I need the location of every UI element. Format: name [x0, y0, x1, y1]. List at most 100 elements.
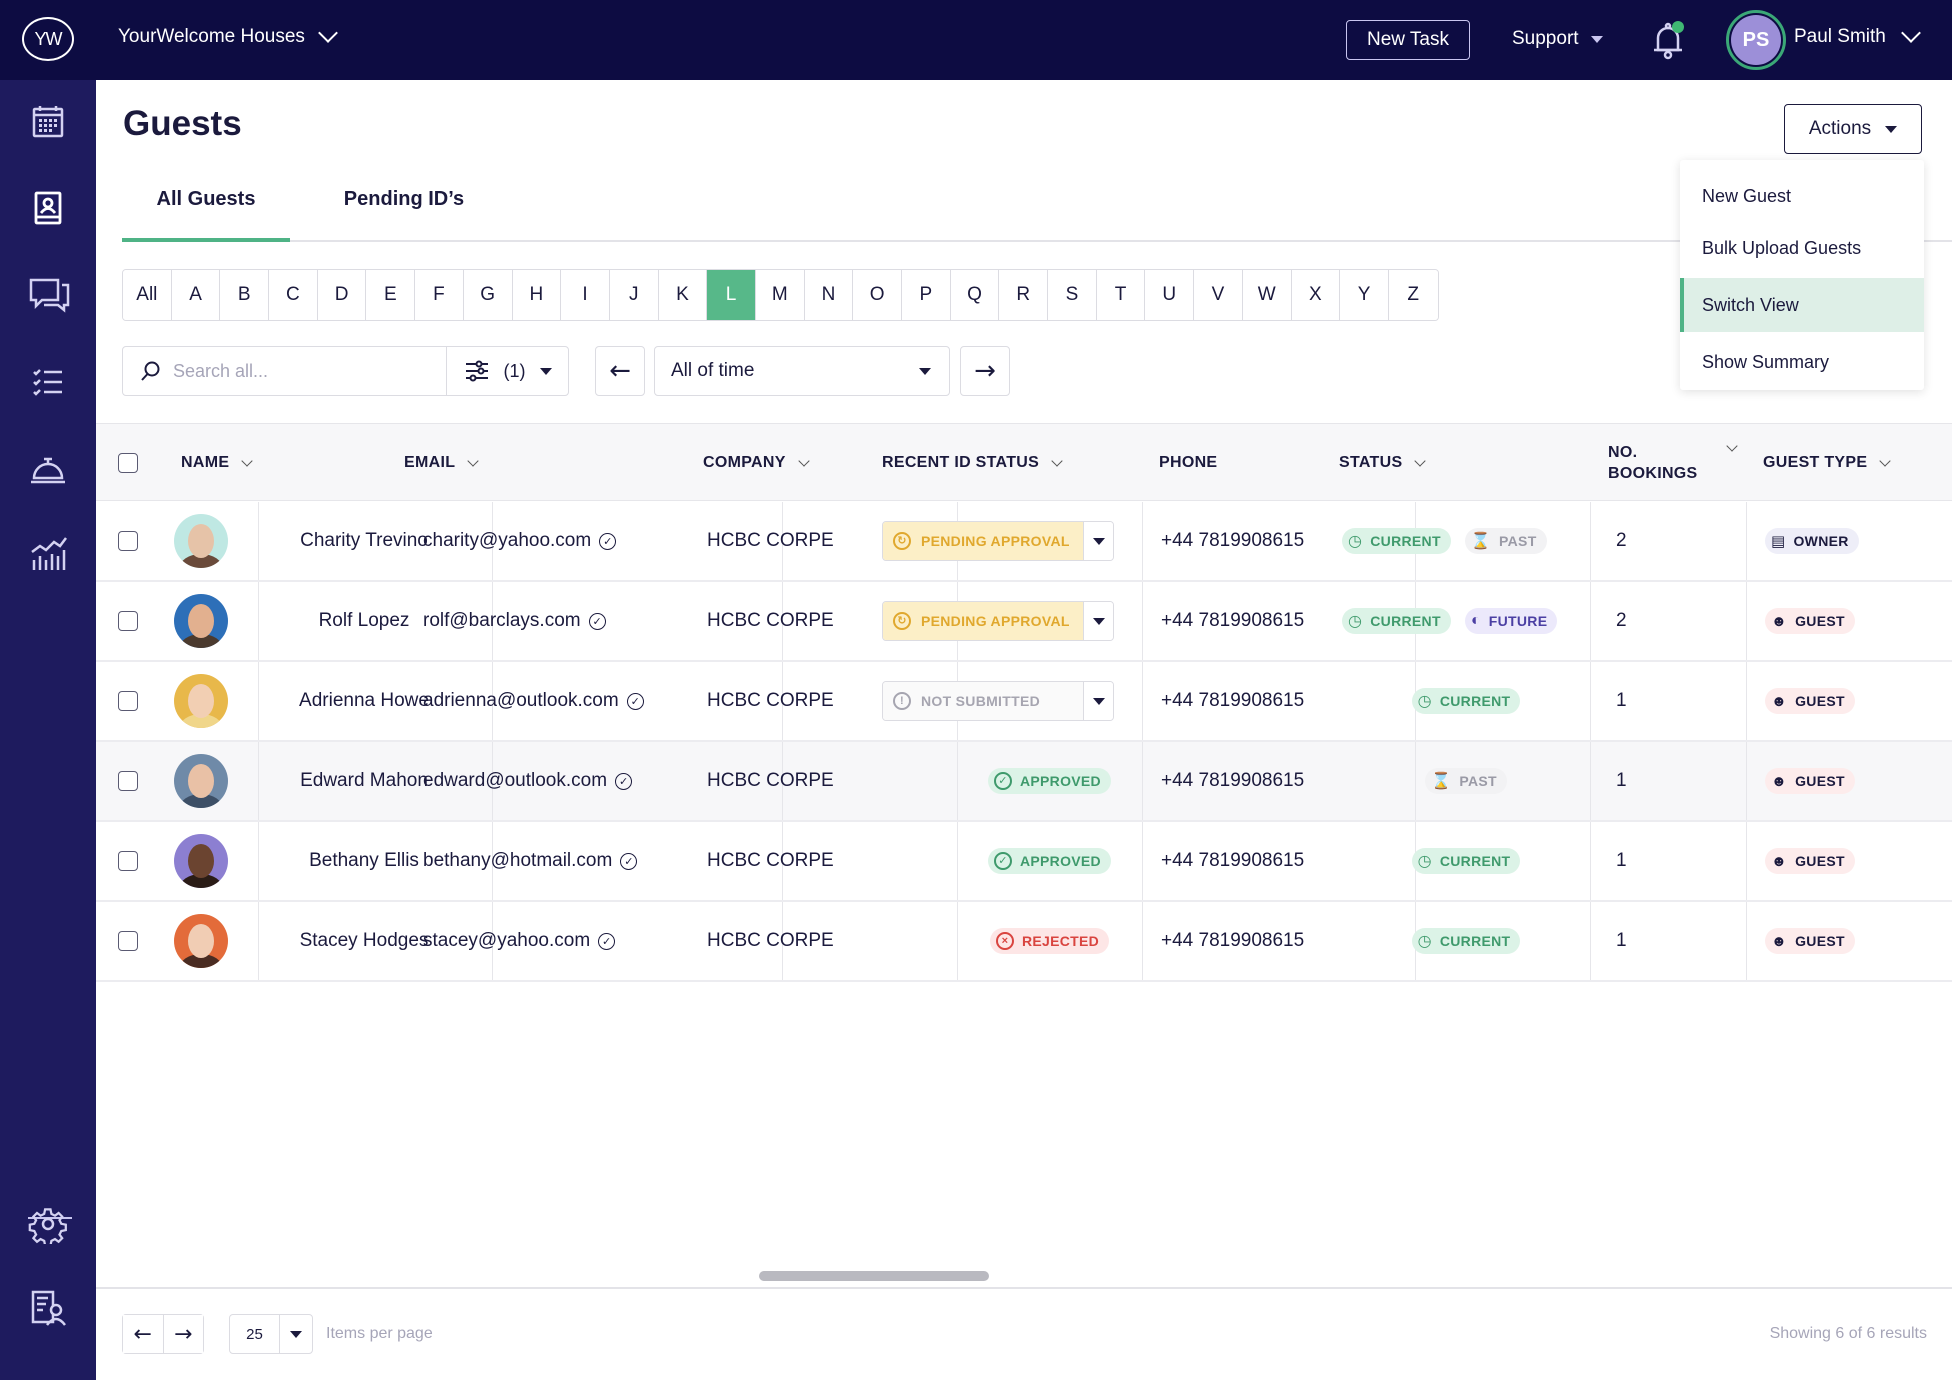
previous-period-button[interactable]: ← — [595, 346, 645, 396]
verified-icon: ✓ — [615, 772, 633, 790]
letter-filter-c[interactable]: C — [269, 270, 318, 320]
email-text: rolf@barclays.com — [423, 610, 581, 631]
letter-filter-l[interactable]: L — [707, 270, 756, 320]
row-checkbox[interactable] — [118, 771, 138, 791]
column-header-bookings[interactable]: NO. BOOKINGS — [1608, 424, 1738, 502]
letter-filter-k[interactable]: K — [658, 270, 708, 320]
column-divider — [1142, 902, 1143, 980]
letter-filter-i[interactable]: I — [561, 270, 610, 320]
column-divider — [1142, 582, 1143, 660]
filter-button[interactable]: (1) — [447, 347, 568, 395]
x-circle-icon: × — [995, 932, 1014, 950]
letter-filter-g[interactable]: G — [463, 270, 513, 320]
letter-filter-e[interactable]: E — [366, 270, 416, 320]
row-checkbox[interactable] — [118, 611, 138, 631]
letter-filter-r[interactable]: R — [999, 270, 1049, 320]
column-divider — [1142, 742, 1143, 820]
sidebar-item-settings[interactable] — [28, 1204, 68, 1247]
letter-filter-m[interactable]: M — [755, 270, 805, 320]
row-checkbox[interactable] — [118, 931, 138, 951]
letter-filter-t[interactable]: T — [1096, 270, 1146, 320]
column-label: GUEST TYPE — [1763, 454, 1868, 471]
column-header-name[interactable]: NAME — [181, 424, 253, 502]
column-header-status[interactable]: STATUS — [1339, 424, 1427, 502]
letter-filter-j[interactable]: J — [609, 270, 659, 320]
column-header-company[interactable]: COMPANY — [703, 424, 810, 502]
notifications-button[interactable] — [1648, 18, 1688, 62]
future-icon: ◐ — [1470, 612, 1481, 629]
letter-filter-f[interactable]: F — [415, 270, 464, 320]
table-row[interactable]: Rolf Lopez rolf@barclays.com ✓ HCBC CORPE ↻ P… — [96, 582, 1952, 662]
table-row[interactable]: Bethany Ellis bethany@hotmail.com ✓ HCBC CO… — [96, 822, 1952, 902]
alphabet-filter: All A B C D E F G H I J K L M N O P Q R S T U V W X Y Z — [122, 269, 1439, 321]
user-menu[interactable]: Paul Smith — [1794, 23, 1921, 48]
row-checkbox[interactable] — [118, 531, 138, 551]
letter-filter-h[interactable]: H — [512, 270, 562, 320]
sidebar-item-services[interactable] — [28, 448, 68, 488]
id-status-select[interactable]: ↻ PENDING APPROVAL — [882, 521, 1114, 561]
caret-down-icon — [919, 367, 931, 375]
letter-filter-z[interactable]: Z — [1388, 270, 1438, 320]
items-per-page-select[interactable]: 25 — [229, 1314, 313, 1354]
letter-filter-n[interactable]: N — [804, 270, 854, 320]
column-label: PHONE — [1159, 454, 1218, 471]
id-status-select[interactable]: ! NOT SUBMITTED — [882, 681, 1114, 721]
sidebar-item-analytics[interactable] — [28, 534, 68, 574]
guest-email: edward@outlook.com ✓ — [423, 742, 633, 820]
menu-item-new-guest[interactable]: New Guest — [1680, 170, 1924, 222]
column-header-email[interactable]: EMAIL — [404, 424, 479, 502]
checkbox[interactable] — [118, 453, 138, 473]
search-input[interactable] — [173, 360, 413, 382]
row-checkbox[interactable] — [118, 851, 138, 871]
letter-filter-q[interactable]: Q — [950, 270, 1000, 320]
tab-pending-ids[interactable]: Pending ID’s — [320, 180, 488, 242]
letter-filter-x[interactable]: X — [1291, 270, 1341, 320]
letter-filter-w[interactable]: W — [1242, 270, 1292, 320]
sidebar-item-messages[interactable] — [28, 274, 70, 314]
letter-filter-p[interactable]: P — [902, 270, 951, 320]
actions-button[interactable]: Actions — [1784, 104, 1922, 154]
letter-filter-s[interactable]: S — [1048, 270, 1097, 320]
check-circle-icon: ✓ — [994, 772, 1012, 790]
horizontal-scrollbar[interactable] — [759, 1271, 989, 1281]
letter-filter-u[interactable]: U — [1145, 270, 1195, 320]
organization-switcher[interactable]: YourWelcome Houses — [118, 23, 338, 48]
letter-filter-y[interactable]: Y — [1340, 270, 1389, 320]
time-range-select[interactable]: All of time — [654, 346, 950, 396]
select-all-checkbox[interactable] — [118, 424, 138, 502]
hourglass-icon: ⌛ — [1431, 773, 1452, 790]
menu-item-switch-view[interactable]: Switch View — [1680, 278, 1924, 332]
id-status-select[interactable]: ↻ PENDING APPROVAL — [882, 601, 1114, 641]
column-divider — [1590, 822, 1591, 900]
guest-type-text: OWNER — [1793, 533, 1849, 549]
column-divider — [1746, 662, 1747, 740]
letter-filter-a[interactable]: A — [171, 270, 221, 320]
previous-page-button[interactable]: ← — [123, 1315, 164, 1353]
letter-filter-o[interactable]: O — [853, 270, 902, 320]
tab-all-guests[interactable]: All Guests — [122, 180, 290, 242]
user-avatar[interactable]: PS — [1726, 10, 1786, 70]
letter-filter-b[interactable]: B — [220, 270, 270, 320]
logo[interactable]: YW — [22, 17, 74, 61]
sidebar-item-guests[interactable] — [28, 188, 68, 228]
table-row[interactable]: Adrienna Howe adrienna@outlook.com ✓ HCBC C… — [96, 662, 1952, 742]
letter-filter-v[interactable]: V — [1194, 270, 1243, 320]
row-checkbox[interactable] — [118, 691, 138, 711]
next-period-button[interactable]: → — [960, 346, 1010, 396]
id-status-badge: × REJECTED — [989, 928, 1110, 954]
letter-filter-d[interactable]: D — [317, 270, 367, 320]
table-row[interactable]: Edward Mahon edward@outlook.com ✓ HCBC CORP… — [96, 742, 1952, 822]
sidebar-item-calendar[interactable] — [28, 102, 68, 142]
column-header-guest-type[interactable]: GUEST TYPE — [1763, 424, 1892, 502]
sidebar-item-guest-reports[interactable] — [28, 1288, 68, 1328]
letter-filter-all[interactable]: All — [123, 270, 172, 320]
support-menu[interactable]: Support — [1512, 28, 1603, 50]
new-task-button[interactable]: New Task — [1346, 20, 1470, 60]
menu-item-show-summary[interactable]: Show Summary — [1680, 336, 1924, 388]
sidebar-item-tasks[interactable] — [28, 362, 68, 402]
next-page-button[interactable]: → — [163, 1315, 203, 1353]
column-header-id-status[interactable]: RECENT ID STATUS — [882, 424, 1063, 502]
table-row[interactable]: Charity Trevino charity@yahoo.com ✓ HCBC CO… — [96, 502, 1952, 582]
menu-item-bulk-upload-guests[interactable]: Bulk Upload Guests — [1680, 222, 1924, 274]
table-row[interactable]: Stacey Hodges stacey@yahoo.com ✓ HCBC CORPE… — [96, 902, 1952, 982]
